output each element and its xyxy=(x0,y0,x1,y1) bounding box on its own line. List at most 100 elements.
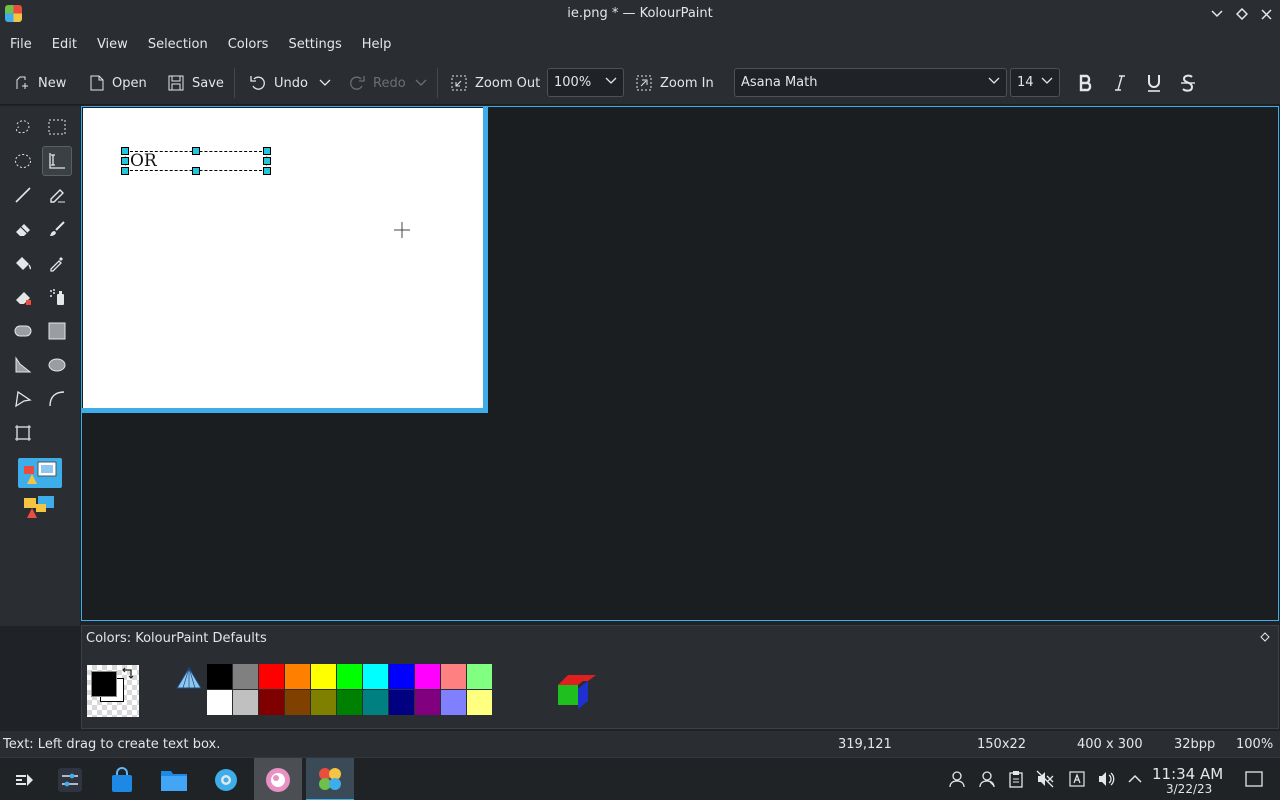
palette-swatch[interactable] xyxy=(441,690,467,716)
taskbar-discover-app[interactable] xyxy=(98,758,146,800)
fg-bg-color-widget[interactable] xyxy=(87,665,139,717)
application-launcher[interactable] xyxy=(0,758,48,800)
menu-selection[interactable]: Selection xyxy=(148,37,208,52)
undo-button[interactable]: Undo xyxy=(250,69,308,97)
pen-tool[interactable] xyxy=(42,180,72,210)
palette-swatch[interactable] xyxy=(207,690,233,716)
transparent-color-icon[interactable] xyxy=(175,666,203,692)
canvas-scroll-area[interactable]: OR xyxy=(81,106,1279,621)
resize-handle[interactable] xyxy=(192,147,200,155)
color-picker-tool[interactable] xyxy=(42,248,72,278)
foreground-color-swatch[interactable] xyxy=(91,671,117,697)
resize-handle[interactable] xyxy=(263,147,271,155)
resize-handle[interactable] xyxy=(121,167,129,175)
opaque-selection-option[interactable] xyxy=(18,458,62,488)
palette-swatch[interactable] xyxy=(337,664,363,690)
strikethrough-button[interactable] xyxy=(1176,71,1200,95)
palette-swatch[interactable] xyxy=(259,690,285,716)
underline-button[interactable] xyxy=(1142,71,1166,95)
maximize-button[interactable] xyxy=(1232,4,1252,24)
clipboard-icon[interactable] xyxy=(1007,770,1025,788)
resize-handle[interactable] xyxy=(192,167,200,175)
ellipse-tool[interactable] xyxy=(42,350,72,380)
palette-swatch[interactable] xyxy=(233,664,259,690)
users-icon[interactable] xyxy=(978,770,996,788)
dock-float-icon[interactable] xyxy=(1260,632,1270,642)
zoom-out-button[interactable]: Zoom Out xyxy=(451,69,540,97)
menu-help[interactable]: Help xyxy=(362,37,392,52)
palette-swatch[interactable] xyxy=(467,690,493,716)
menu-file[interactable]: File xyxy=(10,37,32,52)
palette-swatch[interactable] xyxy=(285,690,311,716)
resize-handle[interactable] xyxy=(263,167,271,175)
image-canvas[interactable]: OR xyxy=(83,108,483,408)
tray-expand-icon[interactable] xyxy=(1126,770,1144,788)
connected-lines-tool[interactable] xyxy=(8,384,38,414)
resize-handle[interactable] xyxy=(121,157,129,165)
menu-edit[interactable]: Edit xyxy=(52,37,77,52)
palette-swatch[interactable] xyxy=(415,664,441,690)
taskbar-pink-app[interactable] xyxy=(254,758,302,800)
menu-settings[interactable]: Settings xyxy=(288,37,341,52)
zoom-tool[interactable] xyxy=(8,418,38,448)
zoom-in-button[interactable]: Zoom In xyxy=(636,69,714,97)
palette-swatch[interactable] xyxy=(337,690,363,716)
open-button[interactable]: Open xyxy=(90,69,147,97)
free-form-selection-tool[interactable] xyxy=(8,112,38,142)
palette-swatch[interactable] xyxy=(259,664,285,690)
palette-swatch[interactable] xyxy=(389,690,415,716)
taskbar-system-settings[interactable] xyxy=(202,758,250,800)
font-size-combo[interactable]: 14 xyxy=(1010,68,1060,97)
transparent-selection-option[interactable] xyxy=(18,492,62,522)
new-button[interactable]: New xyxy=(16,69,66,97)
resize-handle[interactable] xyxy=(263,157,271,165)
zoom-level-combo[interactable]: 100% xyxy=(547,68,624,97)
palette-swatch[interactable] xyxy=(285,664,311,690)
rectangle-tool[interactable] xyxy=(42,316,72,346)
line-tool[interactable] xyxy=(8,180,38,210)
text-tool[interactable] xyxy=(42,146,72,176)
swap-colors-icon[interactable] xyxy=(121,666,135,680)
palette-swatch[interactable] xyxy=(467,664,493,690)
redo-dropdown-button[interactable] xyxy=(415,69,427,97)
curve-tool[interactable] xyxy=(42,384,72,414)
spraycan-tool[interactable] xyxy=(42,282,72,312)
taskbar-kolourpaint[interactable] xyxy=(306,758,354,800)
rectangular-selection-tool[interactable] xyxy=(42,112,72,142)
eraser-tool[interactable] xyxy=(8,214,38,244)
palette-swatch[interactable] xyxy=(363,664,389,690)
palette-swatch[interactable] xyxy=(233,690,259,716)
resize-handle[interactable] xyxy=(121,147,129,155)
palette-swatch[interactable] xyxy=(363,690,389,716)
flood-fill-tool[interactable] xyxy=(8,248,38,278)
close-button[interactable] xyxy=(1256,4,1276,24)
volume-icon[interactable] xyxy=(1097,770,1115,788)
polygon-tool[interactable] xyxy=(8,350,38,380)
menu-view[interactable]: View xyxy=(97,37,128,52)
color-similarity-cube-icon[interactable] xyxy=(556,671,598,711)
taskbar-file-manager[interactable] xyxy=(150,758,198,800)
palette-swatch[interactable] xyxy=(311,690,337,716)
clock-date[interactable]: 3/22/23 xyxy=(1166,782,1212,796)
palette-swatch[interactable] xyxy=(389,664,415,690)
undo-dropdown-button[interactable] xyxy=(319,69,331,97)
minimize-button[interactable] xyxy=(1207,4,1227,24)
font-family-combo[interactable]: Asana Math xyxy=(734,68,1007,97)
audio-muted-icon[interactable] xyxy=(1036,770,1054,788)
canvas-resize-handle-bottom[interactable] xyxy=(82,408,488,413)
bold-button[interactable] xyxy=(1074,71,1098,95)
show-desktop-icon[interactable] xyxy=(1245,770,1263,788)
input-method-icon[interactable] xyxy=(1068,770,1086,788)
clock-time[interactable]: 11:34 AM xyxy=(1152,765,1223,783)
palette-swatch[interactable] xyxy=(207,664,233,690)
elliptical-selection-tool[interactable] xyxy=(8,146,38,176)
menu-colors[interactable]: Colors xyxy=(228,37,269,52)
color-eraser-tool[interactable] xyxy=(8,282,38,312)
brush-tool[interactable] xyxy=(42,214,72,244)
palette-swatch[interactable] xyxy=(441,664,467,690)
palette-swatch[interactable] xyxy=(311,664,337,690)
rounded-rectangle-tool[interactable] xyxy=(8,316,38,346)
canvas-resize-handle-right[interactable] xyxy=(483,107,488,413)
palette-swatch[interactable] xyxy=(415,690,441,716)
save-button[interactable]: Save xyxy=(168,69,224,97)
